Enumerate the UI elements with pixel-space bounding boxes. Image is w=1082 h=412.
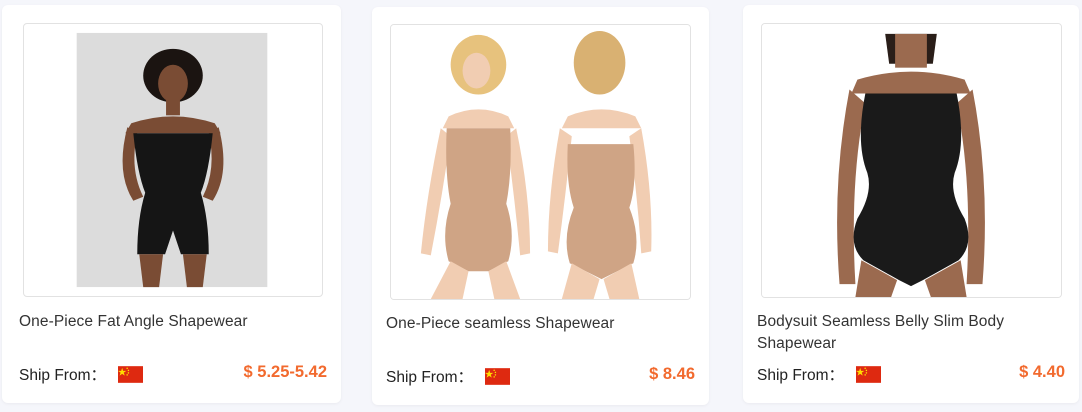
product-price: $ 8.46 (649, 365, 695, 383)
ship-from: Ship From： (19, 363, 143, 385)
product-card[interactable]: One-Piece Fat Angle Shapewear Ship From：… (2, 5, 341, 403)
product-image-frame[interactable] (23, 23, 323, 297)
product-image (76, 32, 268, 288)
product-price: $ 4.40 (1019, 363, 1065, 381)
product-card[interactable]: Bodysuit Seamless Belly Slim Body Shapew… (743, 5, 1079, 403)
product-title[interactable]: Bodysuit Seamless Belly Slim Body Shapew… (757, 311, 1057, 355)
ship-from: Ship From： (757, 363, 881, 385)
product-price: $ 5.25-5.42 (243, 363, 327, 381)
product-title[interactable]: One-Piece Fat Angle Shapewear (19, 311, 329, 333)
ship-from: Ship From： (386, 365, 510, 387)
ship-from-label: Ship From： (386, 369, 473, 386)
ship-from-label: Ship From： (19, 367, 106, 384)
ship-from-label: Ship From： (757, 367, 844, 384)
product-image-frame[interactable] (761, 23, 1062, 298)
product-card[interactable]: One-Piece seamless Shapewear Ship From： … (372, 7, 709, 405)
china-flag-icon (118, 365, 143, 383)
product-image (762, 24, 1061, 297)
product-image-frame[interactable] (390, 24, 691, 300)
product-image (391, 25, 690, 299)
china-flag-icon (856, 365, 881, 383)
product-title[interactable]: One-Piece seamless Shapewear (386, 313, 696, 335)
china-flag-icon (485, 367, 510, 385)
